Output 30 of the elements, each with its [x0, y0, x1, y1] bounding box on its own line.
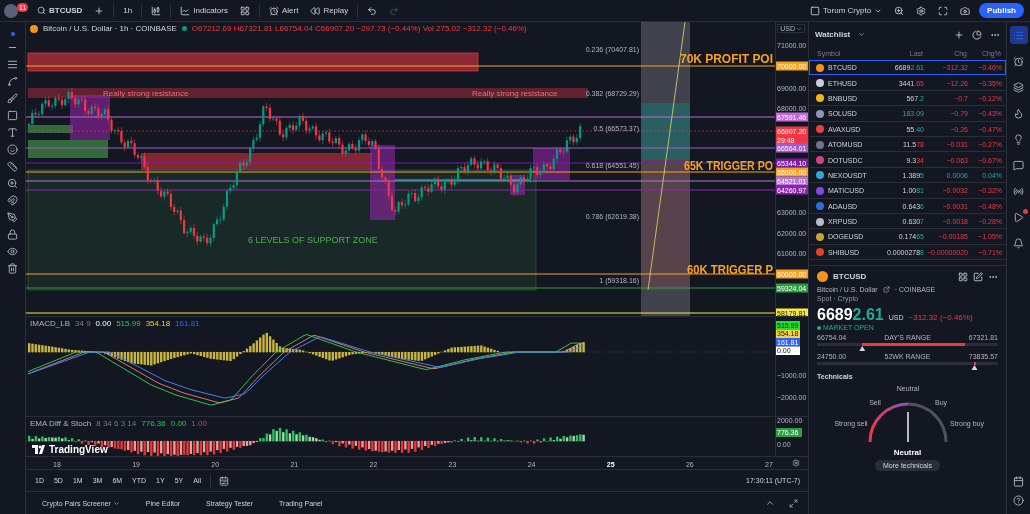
- zone-label: 6 LEVELS OF SUPPORT ZONE: [248, 235, 378, 245]
- replay-button[interactable]: Replay: [307, 1, 352, 20]
- layout-button[interactable]: Torum Crypto: [807, 1, 886, 20]
- last-price: 66892.61: [817, 306, 884, 325]
- indicators-button[interactable]: Indicators: [177, 1, 231, 20]
- zone-label: Really strong resistance: [103, 89, 189, 98]
- symbol-title: BTCUSD: [833, 272, 867, 282]
- interval-button[interactable]: 1h: [120, 1, 136, 20]
- callout-text: 70K PROFIT POI: [680, 52, 774, 66]
- chart-title: Bitcoin / U.S. Dollar · 1h · COINBASE: [43, 24, 177, 33]
- indicator-legend: 776.36: [141, 419, 166, 428]
- price-change: −312.32 (−0.46%): [908, 313, 973, 323]
- alert-button[interactable]: Alert: [265, 1, 302, 20]
- ohlc-values: O67212.69 H67321.81 L66754.04 C66907.20 −297.73 (−0.44%) Vol 275.02 −312.32 (−0.46%): [191, 24, 527, 33]
- indicator-legend: 0.00: [170, 419, 187, 428]
- brand-name: TradingView: [49, 444, 108, 455]
- watchlist-title[interactable]: Watchlist: [815, 30, 851, 39]
- indicator-legend: 354.18: [145, 319, 171, 328]
- indicator-legend: 0.00: [95, 319, 112, 328]
- indicator-legend: 8 34 6 3 14: [96, 419, 137, 428]
- indicator-legend: 1.00: [191, 419, 207, 428]
- gauge-verdict: Neutral: [893, 448, 922, 458]
- zone-label: Really strong resistance: [472, 89, 558, 98]
- indicator-legend: 161.81: [175, 319, 200, 328]
- indicator-legend: IMACD_LB: [30, 319, 70, 328]
- indicator-legend: 515.99: [116, 319, 141, 328]
- publish-button[interactable]: Publish: [979, 3, 1024, 18]
- symbol-search[interactable]: BTCUSD: [34, 1, 86, 20]
- indicator-legend: 34 9: [75, 319, 91, 328]
- indicator-legend: EMA Diff & Stoch: [30, 419, 92, 428]
